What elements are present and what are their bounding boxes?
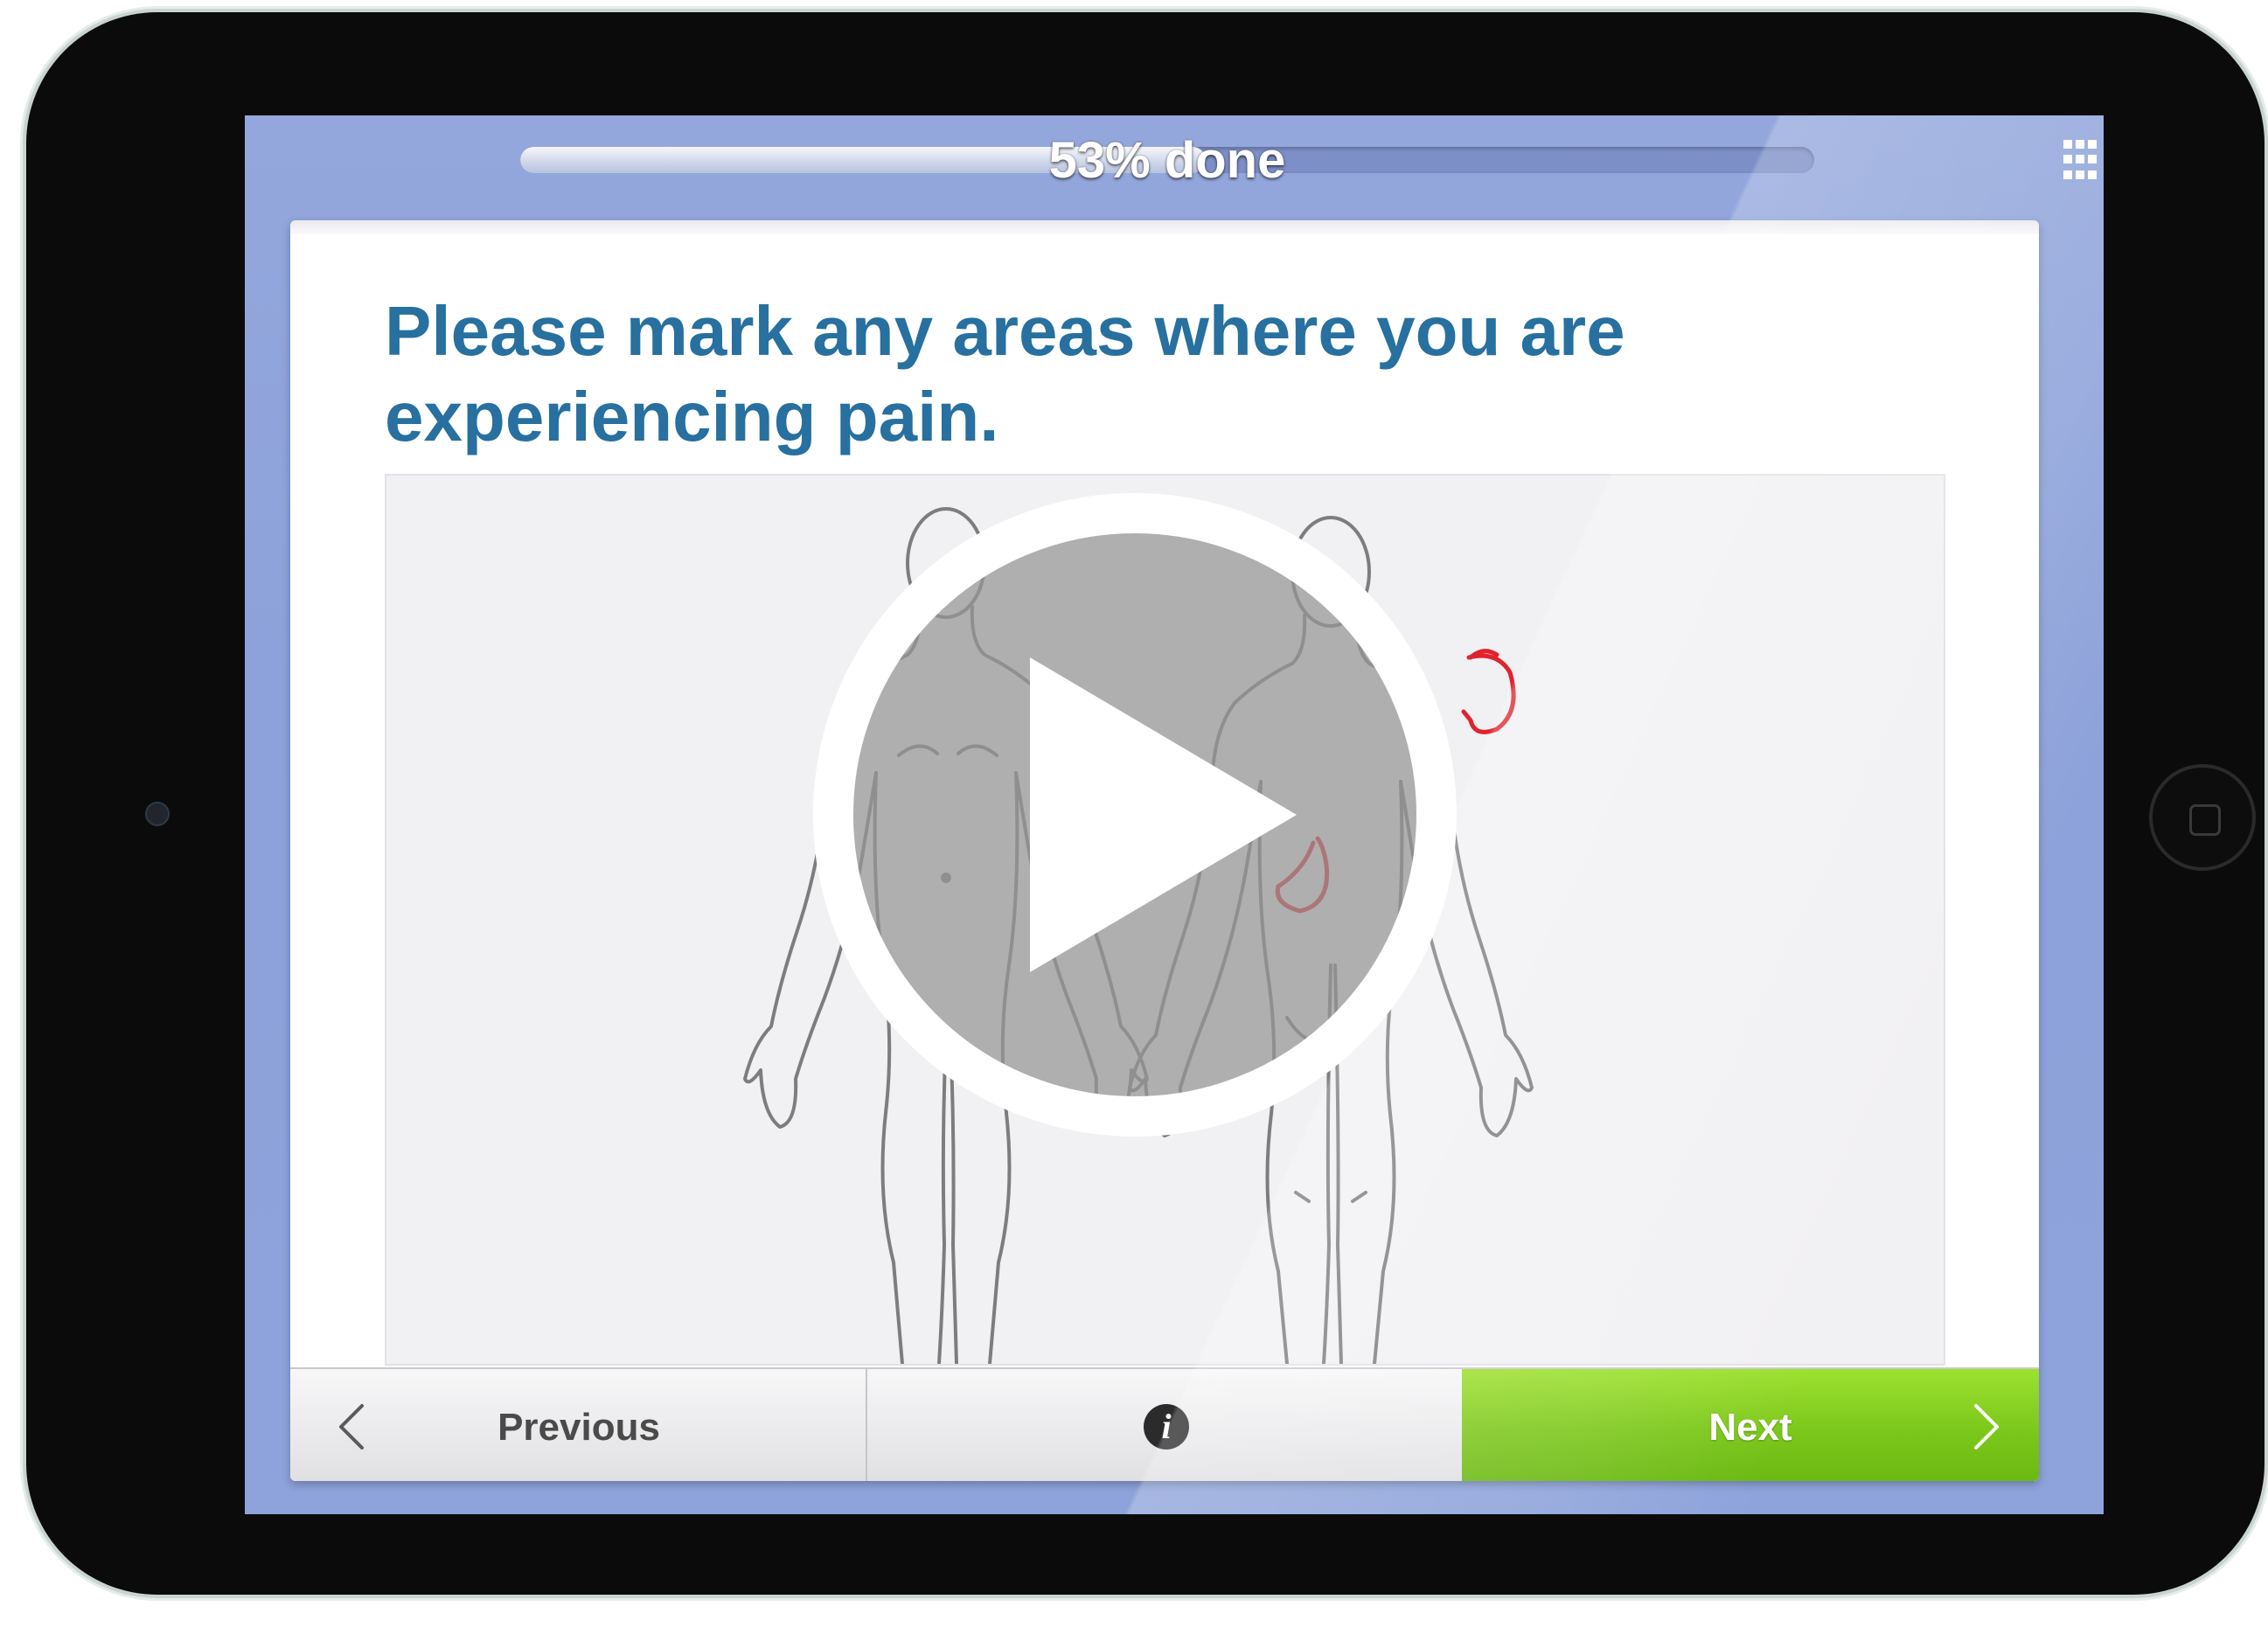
bottom-nav-bar: Previous i Next [290, 1367, 2039, 1481]
info-button[interactable]: i [867, 1369, 1462, 1481]
grid-menu-icon[interactable] [2063, 140, 2098, 182]
play-video-button[interactable] [794, 474, 1476, 1156]
previous-label: Previous [497, 1406, 660, 1449]
question-title: Please mark any areas where you are expe… [385, 292, 1625, 455]
play-icon [813, 493, 1457, 1137]
previous-button[interactable]: Previous [290, 1369, 867, 1481]
progress-label: 53% done [1048, 132, 1286, 189]
home-button[interactable] [2149, 764, 2256, 871]
next-label: Next [1708, 1406, 1792, 1449]
next-button[interactable]: Next [1462, 1369, 2039, 1481]
info-icon: i [1144, 1404, 1189, 1450]
home-square-icon [2189, 804, 2221, 836]
card-top-edge [290, 220, 2039, 234]
front-camera [145, 802, 170, 826]
chevron-right-icon [1974, 1404, 1999, 1450]
